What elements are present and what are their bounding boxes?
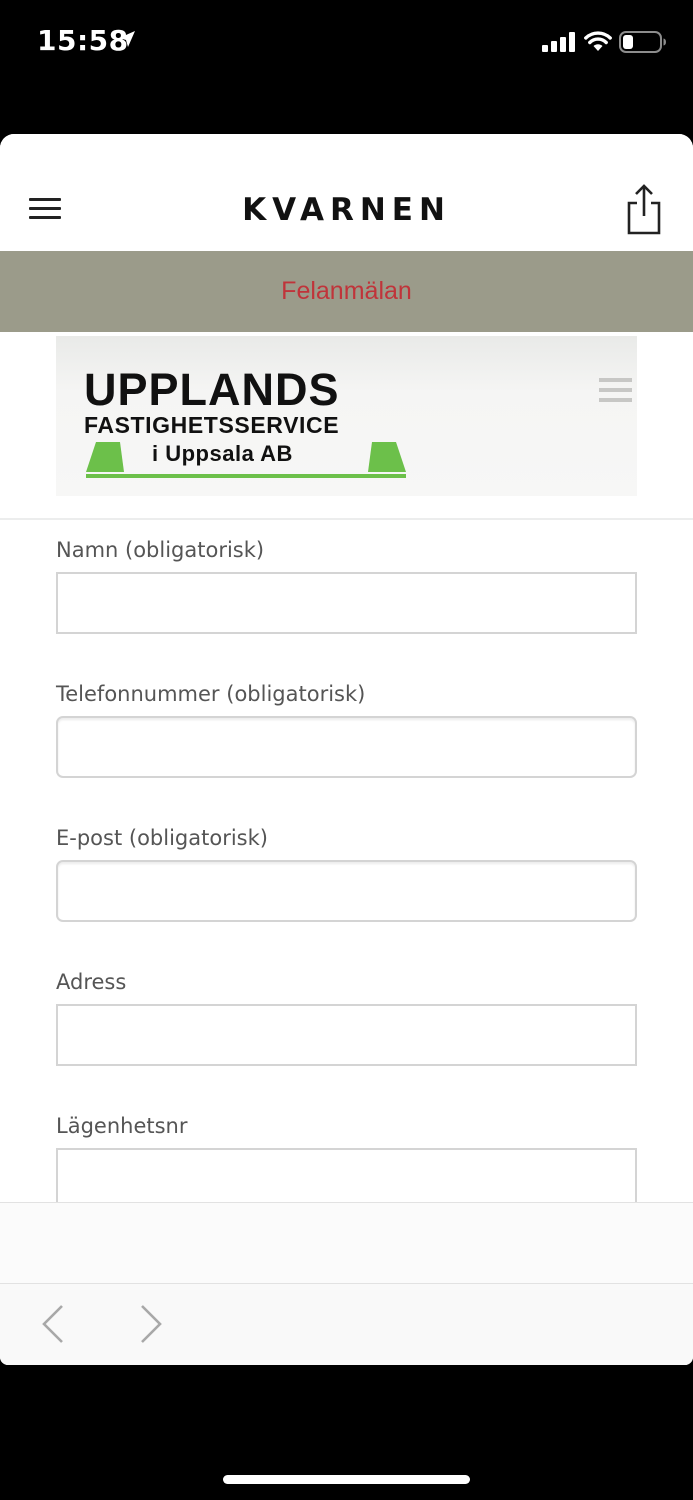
home-indicator[interactable] — [223, 1475, 470, 1484]
logo-line2: FASTIGHETSSERVICE — [84, 412, 340, 438]
app-title: KVARNEN — [242, 192, 451, 228]
status-bar: 15:58 — [0, 0, 693, 90]
cellular-signal-icon — [542, 32, 575, 52]
name-field[interactable] — [56, 572, 637, 634]
wifi-icon — [584, 31, 612, 51]
page-banner: Felanmälan — [0, 251, 693, 332]
email-field[interactable] — [56, 860, 637, 922]
phone-field[interactable] — [56, 716, 637, 778]
banner-title: Felanmälan — [281, 277, 412, 305]
chevron-left-icon[interactable] — [40, 1304, 66, 1344]
logo-right-shape — [368, 442, 406, 472]
address-label: Adress — [56, 970, 127, 994]
name-label: Namn (obligatorisk) — [56, 538, 265, 562]
web-content: UPPLANDS FASTIGHETSSERVICE i Uppsala AB … — [0, 332, 693, 1202]
phone-label: Telefonnummer (obligatorisk) — [56, 682, 366, 706]
apartment-field[interactable] — [56, 1148, 637, 1202]
app-window: KVARNEN Felanmälan UPPLANDS FASTIGHETSSE… — [0, 134, 693, 1365]
logo-line3: i Uppsala AB — [152, 441, 293, 466]
app-header: KVARNEN — [0, 134, 693, 251]
battery-icon — [619, 31, 666, 53]
location-arrow-icon — [119, 31, 135, 47]
divider — [0, 518, 693, 520]
logo-line1: UPPLANDS — [84, 364, 340, 415]
status-time: 15:58 — [37, 24, 129, 57]
browser-toolbar — [0, 1283, 693, 1365]
share-icon[interactable] — [624, 184, 664, 236]
apartment-label: Lägenhetsnr — [56, 1114, 188, 1138]
logo-underline — [86, 474, 406, 478]
chevron-right-icon[interactable] — [138, 1304, 164, 1344]
site-menu-icon[interactable] — [599, 378, 632, 408]
company-logo: UPPLANDS FASTIGHETSSERVICE i Uppsala AB — [56, 336, 637, 496]
browser-address-area[interactable] — [0, 1202, 693, 1283]
logo-left-shape — [86, 442, 124, 472]
email-label: E-post (obligatorisk) — [56, 826, 268, 850]
address-field[interactable] — [56, 1004, 637, 1066]
